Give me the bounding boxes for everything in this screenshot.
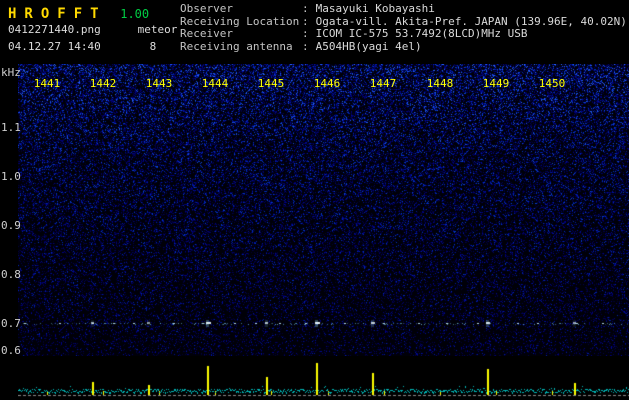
time-label: 1447 bbox=[369, 77, 397, 90]
info-value: ICOM IC-575 53.7492(8LCD)MHz USB bbox=[315, 27, 528, 40]
colon: : bbox=[302, 27, 309, 40]
freq-label: 0.6 bbox=[1, 344, 21, 357]
freq-unit-label: kHz bbox=[1, 66, 21, 79]
time-label: 1442 bbox=[89, 77, 117, 90]
level-strip-canvas bbox=[18, 358, 629, 398]
app-version: 1.00 bbox=[120, 7, 150, 21]
freq-label: 0.7 bbox=[1, 317, 21, 330]
header-logo-row: HROFFT 1.00 bbox=[8, 3, 149, 22]
info-row-receiver: Receiver: ICOM IC-575 53.7492(8LCD)MHz US… bbox=[180, 27, 627, 41]
app-logo: HROFFT bbox=[8, 6, 107, 22]
hrofft-output: HROFFT 1.00 0412271440.png meteor 04.12.… bbox=[0, 0, 629, 400]
time-label: 1448 bbox=[426, 77, 454, 90]
freq-label: 1.1 bbox=[1, 121, 21, 134]
output-filename: 0412271440.png bbox=[8, 23, 101, 36]
colon: : bbox=[302, 2, 309, 15]
header-info: Observer: Masayuki Kobayashi Receiving Lo… bbox=[180, 2, 627, 54]
freq-label: 1.0 bbox=[1, 170, 21, 183]
freq-label: 0.9 bbox=[1, 219, 21, 232]
info-row-antenna: Receiving antenna: A504HB(yagi 4el) bbox=[180, 39, 627, 54]
freq-label: 0.8 bbox=[1, 268, 21, 281]
info-label: Receiver bbox=[180, 27, 233, 40]
time-label: 1445 bbox=[257, 77, 285, 90]
info-value: Masayuki Kobayashi bbox=[315, 2, 435, 15]
header-date-row: 04.12.27 14:40 8 bbox=[8, 40, 156, 53]
time-label: 1443 bbox=[145, 77, 173, 90]
info-value: A504HB(yagi 4el) bbox=[315, 39, 422, 53]
time-label: 1450 bbox=[538, 77, 566, 90]
timestamp: 04.12.27 14:40 bbox=[8, 40, 101, 53]
info-row-observer: Observer: Masayuki Kobayashi bbox=[180, 2, 627, 16]
time-label: 1446 bbox=[313, 77, 341, 90]
spectrogram-canvas bbox=[18, 64, 629, 356]
info-label: Observer bbox=[180, 2, 233, 15]
mode-label: meteor bbox=[137, 23, 178, 36]
colon: : bbox=[302, 39, 309, 53]
time-label: 1449 bbox=[482, 77, 510, 90]
time-label: 1441 bbox=[33, 77, 61, 90]
header-file-row: 0412271440.png meteor bbox=[8, 23, 177, 36]
time-label: 1444 bbox=[201, 77, 229, 90]
meteor-count: 8 bbox=[149, 40, 157, 53]
info-label: Receiving antenna bbox=[180, 39, 293, 53]
